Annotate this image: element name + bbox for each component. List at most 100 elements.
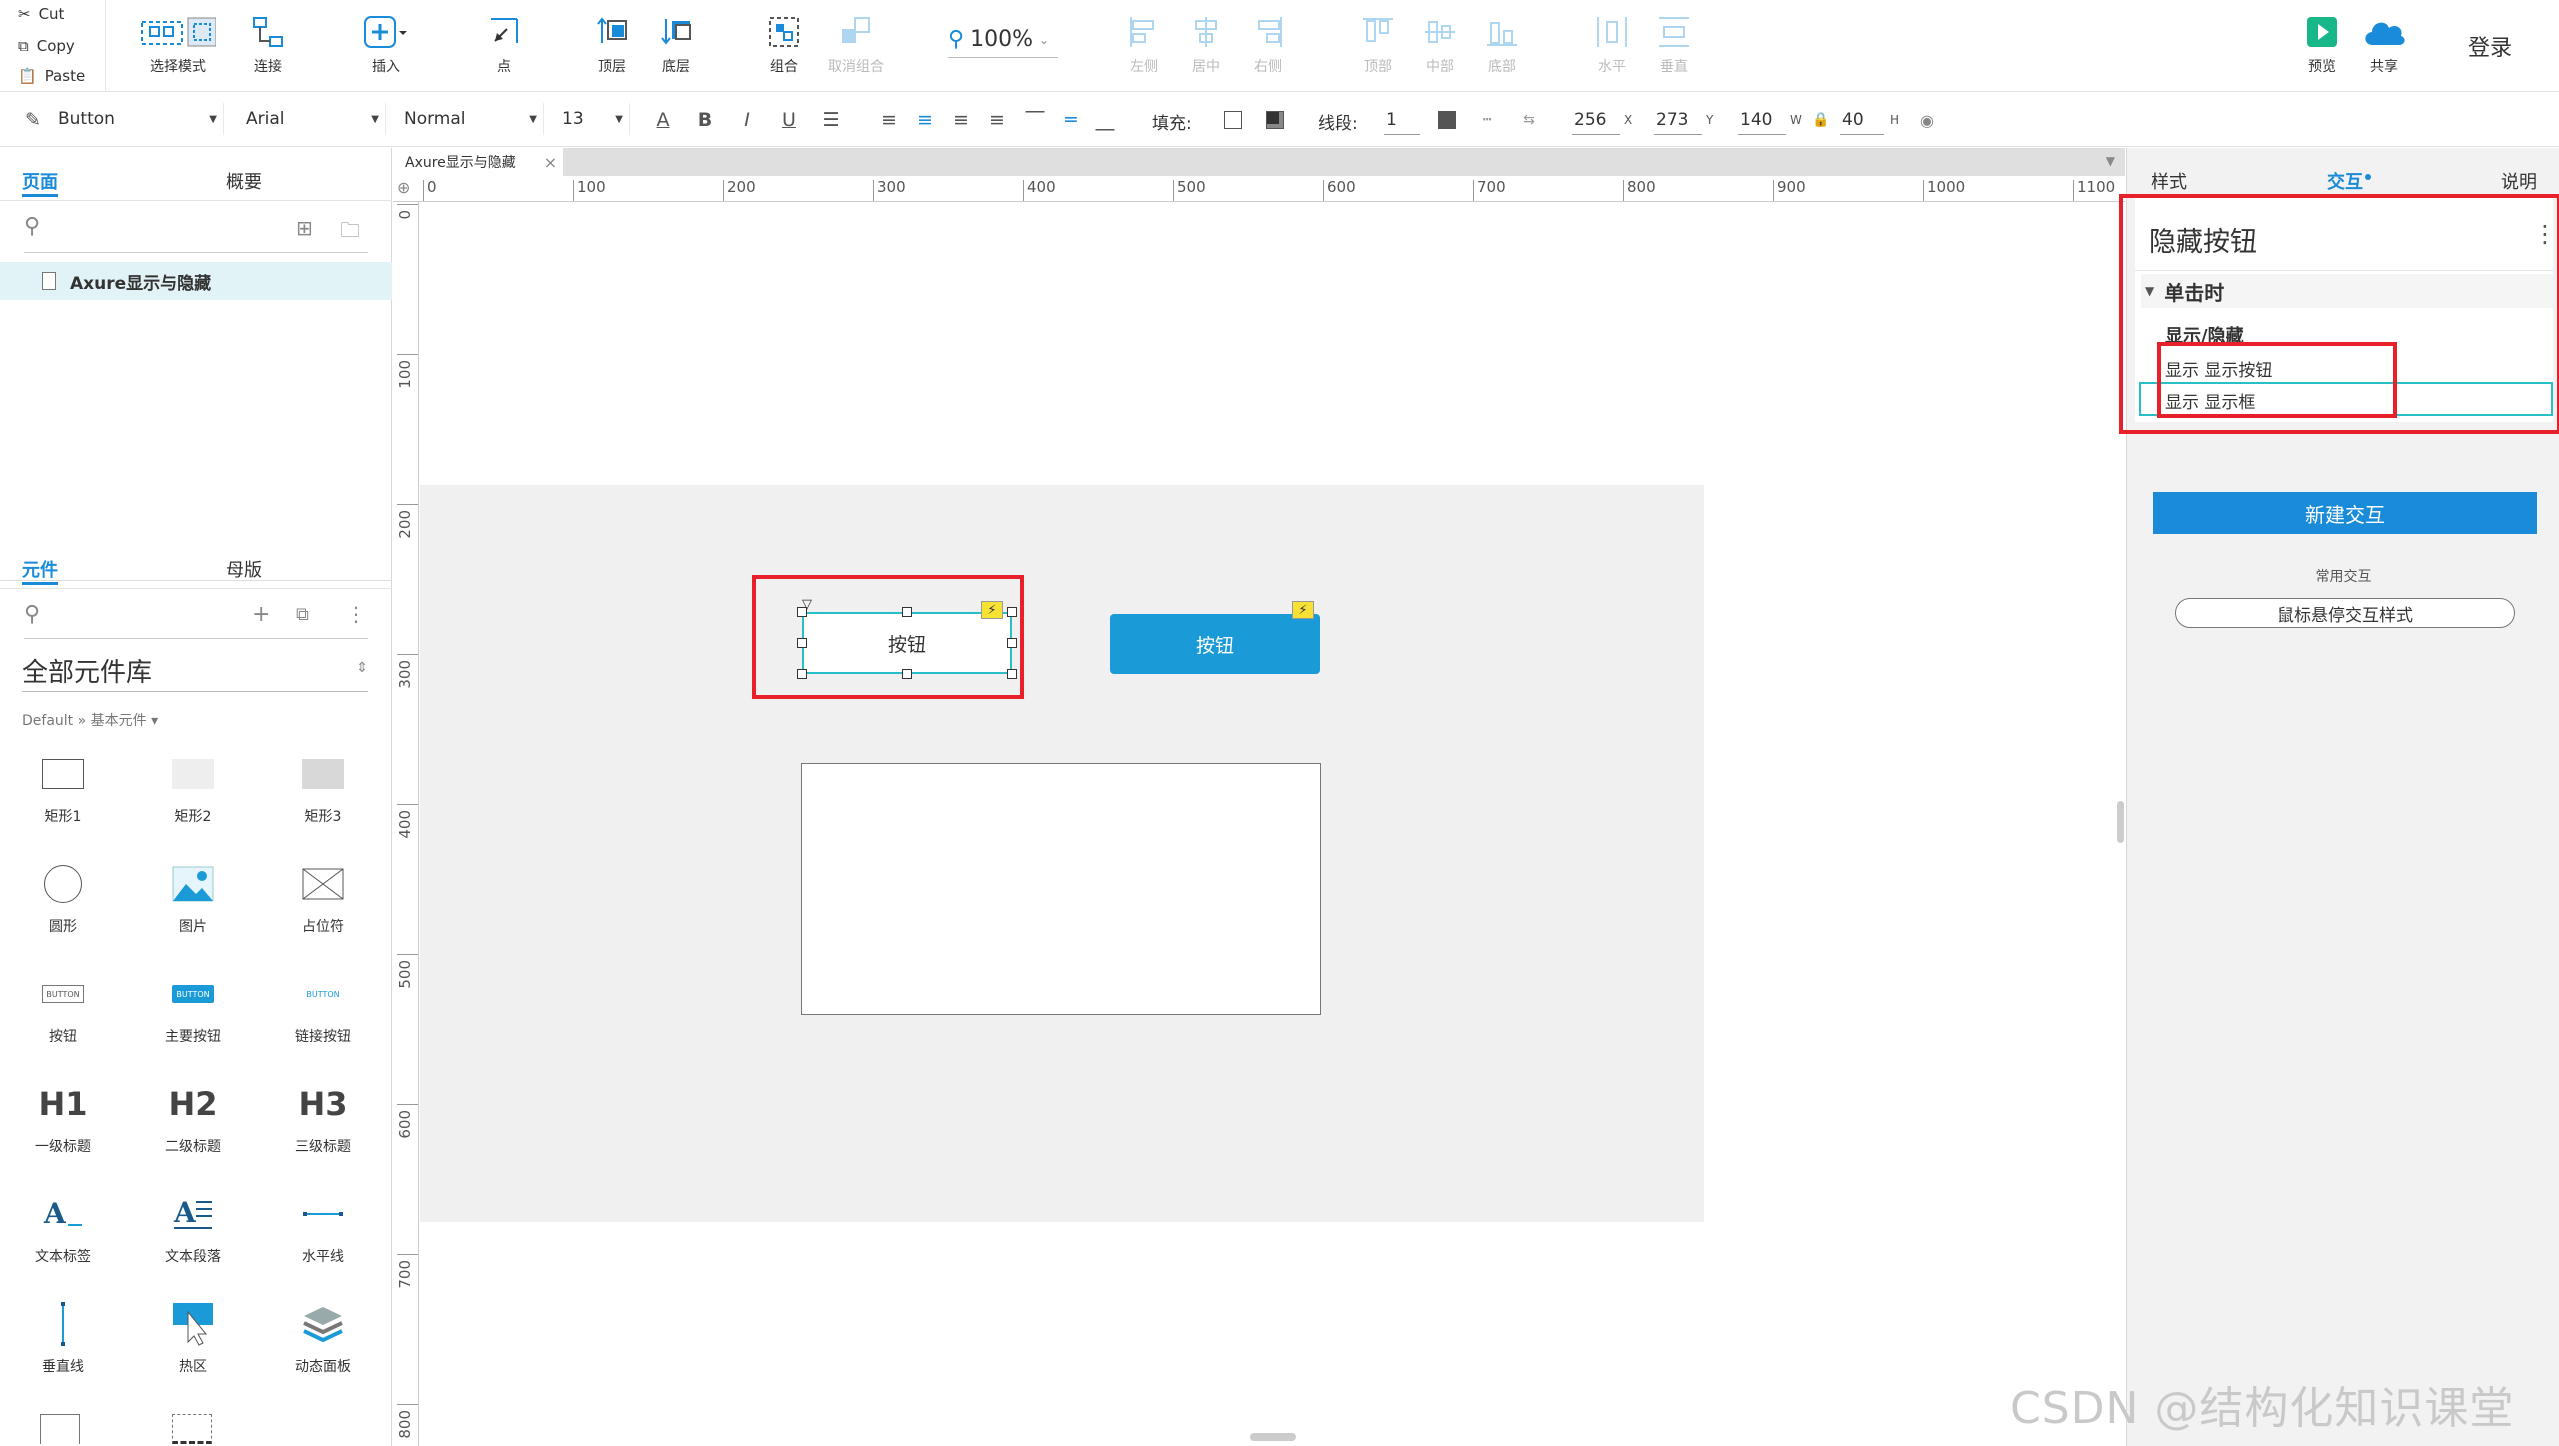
bold-icon[interactable]: B xyxy=(692,107,718,133)
table-icon[interactable] xyxy=(40,1414,80,1444)
folder-icon[interactable]: 🗀 xyxy=(340,216,360,250)
y-input[interactable]: 273 xyxy=(1654,105,1702,135)
align-text-center-icon[interactable]: ≡ xyxy=(912,107,938,133)
tab-pages[interactable]: 页面 xyxy=(22,168,58,194)
repeater-icon[interactable] xyxy=(172,1414,212,1444)
resize-handle[interactable] xyxy=(1007,607,1017,617)
tab-dropdown-icon[interactable]: ▼ xyxy=(2106,154,2115,168)
copy-button[interactable]: ⧉ Copy xyxy=(18,34,75,58)
widget-circle[interactable]: 圆形 xyxy=(8,856,118,936)
zoom-selector[interactable]: ⚲ 100% ⌄ xyxy=(948,22,1058,58)
tab-outline[interactable]: 概要 xyxy=(226,168,262,194)
point-button[interactable]: 点 xyxy=(464,12,544,82)
interaction-flash-icon[interactable]: ⚡ xyxy=(981,601,1003,619)
tab-masters[interactable]: 母版 xyxy=(226,556,262,582)
font-weight-select[interactable]: Normal ▼ xyxy=(398,103,544,135)
widget-style-select[interactable]: Button ▼ xyxy=(52,103,224,135)
align-right-button[interactable]: 右侧 xyxy=(1228,12,1308,82)
document-tab[interactable]: Axure显示与隐藏 × xyxy=(393,148,563,176)
widget-placeholder[interactable]: 占位符 xyxy=(268,856,378,936)
widget-heading-1[interactable]: H1 一级标题 xyxy=(8,1076,118,1156)
send-to-back-button[interactable]: 底层 xyxy=(636,12,716,82)
font-family-select[interactable]: Arial ▼ xyxy=(240,103,386,135)
hidden-button[interactable]: 按钮 xyxy=(802,612,1012,674)
shadow-swatch[interactable] xyxy=(1266,111,1284,129)
visibility-eye-icon[interactable]: ◉ xyxy=(1914,107,1940,133)
distribute-vertical-button[interactable]: 垂直 xyxy=(1634,12,1714,82)
search-icon[interactable]: ⚲ xyxy=(24,214,40,239)
select-mode-button[interactable]: 选择模式 xyxy=(128,12,228,82)
stroke-color-swatch[interactable] xyxy=(1438,111,1456,129)
crosshair-icon[interactable]: ⊕ xyxy=(397,178,410,197)
new-interaction-button[interactable]: 新建交互 xyxy=(2153,492,2537,534)
resize-handle[interactable] xyxy=(797,638,807,648)
format-painter-icon[interactable]: ✎ xyxy=(20,107,46,133)
stroke-style-icon[interactable]: ┅ xyxy=(1474,107,1500,133)
valign-bottom-icon[interactable]: ⎽ xyxy=(1092,107,1118,133)
widget-image[interactable]: 图片 xyxy=(138,856,248,936)
arrow-style-icon[interactable]: ⇆ xyxy=(1516,107,1542,133)
paste-button[interactable]: 📋 Paste xyxy=(18,64,85,88)
widget-hotspot[interactable]: 热区 xyxy=(138,1296,248,1376)
interaction-flash-icon[interactable]: ⚡ xyxy=(1292,601,1314,619)
library-manage-icon[interactable]: ⧉ xyxy=(296,604,309,625)
resize-handle[interactable] xyxy=(902,669,912,679)
widget-text-paragraph[interactable]: A 文本段落 xyxy=(138,1186,248,1266)
ungroup-button[interactable]: 取消组合 xyxy=(816,12,896,82)
insert-button[interactable]: 插入 xyxy=(346,12,426,82)
widget-button[interactable]: BUTTON 按钮 xyxy=(8,966,118,1046)
widget-dynamic-panel[interactable]: 动态面板 xyxy=(268,1296,378,1376)
align-text-left-icon[interactable]: ≡ xyxy=(876,107,902,133)
vertical-scrollbar[interactable] xyxy=(2117,801,2124,843)
height-input[interactable]: 40 xyxy=(1840,105,1884,135)
valign-middle-icon[interactable]: ═ xyxy=(1058,107,1084,133)
connect-button[interactable]: 连接 xyxy=(228,12,308,82)
resize-handle[interactable] xyxy=(902,607,912,617)
resize-handle[interactable] xyxy=(1007,669,1017,679)
italic-icon[interactable]: I xyxy=(734,107,760,133)
widget-vertical-line[interactable]: 垂直线 xyxy=(8,1296,118,1376)
design-canvas[interactable]: 按钮 ▽ ⚡ 按钮 ⚡ xyxy=(420,203,2125,1446)
align-text-right-icon[interactable]: ≡ xyxy=(948,107,974,133)
library-breadcrumb[interactable]: Default » 基本元件 ▾ xyxy=(22,710,158,730)
x-input[interactable]: 256 xyxy=(1572,105,1620,135)
resize-handle[interactable] xyxy=(797,669,807,679)
tab-notes[interactable]: 说明 xyxy=(2501,168,2537,194)
fill-color-swatch[interactable] xyxy=(1224,111,1242,129)
widget-heading-3[interactable]: H3 三级标题 xyxy=(268,1076,378,1156)
resize-handle[interactable] xyxy=(797,607,807,617)
close-icon[interactable]: × xyxy=(544,153,557,172)
search-icon[interactable]: ⚲ xyxy=(24,602,40,627)
widget-rectangle-2[interactable]: 矩形2 xyxy=(138,746,248,826)
underline-icon[interactable]: U xyxy=(776,107,802,133)
tab-widgets[interactable]: 元件 xyxy=(22,556,58,582)
widget-link-button[interactable]: BUTTON 链接按钮 xyxy=(268,966,378,1046)
tab-interaction[interactable]: 交互 xyxy=(2327,168,2363,194)
hover-style-button[interactable]: 鼠标悬停交互样式 xyxy=(2175,598,2515,628)
widget-rectangle-3[interactable]: 矩形3 xyxy=(268,746,378,826)
add-page-icon[interactable]: ⊞ xyxy=(296,216,313,240)
font-size-select[interactable]: 13 ▼ xyxy=(556,103,630,135)
group-button[interactable]: 组合 xyxy=(744,12,824,82)
add-library-icon[interactable]: + xyxy=(252,602,270,627)
widget-rectangle-1[interactable]: 矩形1 xyxy=(8,746,118,826)
more-icon[interactable]: ⋮ xyxy=(346,602,366,626)
align-bottom-button[interactable]: 底部 xyxy=(1462,12,1542,82)
widget-text-label[interactable]: A 文本标签 xyxy=(8,1186,118,1266)
resize-handle[interactable] xyxy=(1007,638,1017,648)
tab-style[interactable]: 样式 xyxy=(2151,168,2187,194)
widget-primary-button[interactable]: BUTTON 主要按钮 xyxy=(138,966,248,1046)
width-input[interactable]: 140 xyxy=(1738,105,1786,135)
cut-button[interactable]: ✂ Cut xyxy=(18,2,64,26)
show-button[interactable]: 按钮 xyxy=(1110,614,1320,674)
login-link[interactable]: 登录 xyxy=(2468,30,2512,62)
justify-text-icon[interactable]: ≡ xyxy=(984,107,1010,133)
valign-top-icon[interactable]: ⎺ xyxy=(1022,107,1048,133)
font-color-icon[interactable]: A xyxy=(650,107,676,133)
library-select[interactable]: 全部元件库 ⇕ xyxy=(22,652,368,692)
page-item[interactable]: Axure显示与隐藏 xyxy=(0,262,392,300)
show-box[interactable] xyxy=(801,763,1321,1015)
horizontal-scrollbar[interactable] xyxy=(1250,1433,1296,1441)
widget-heading-2[interactable]: H2 二级标题 xyxy=(138,1076,248,1156)
widget-horizontal-line[interactable]: 水平线 xyxy=(268,1186,378,1266)
